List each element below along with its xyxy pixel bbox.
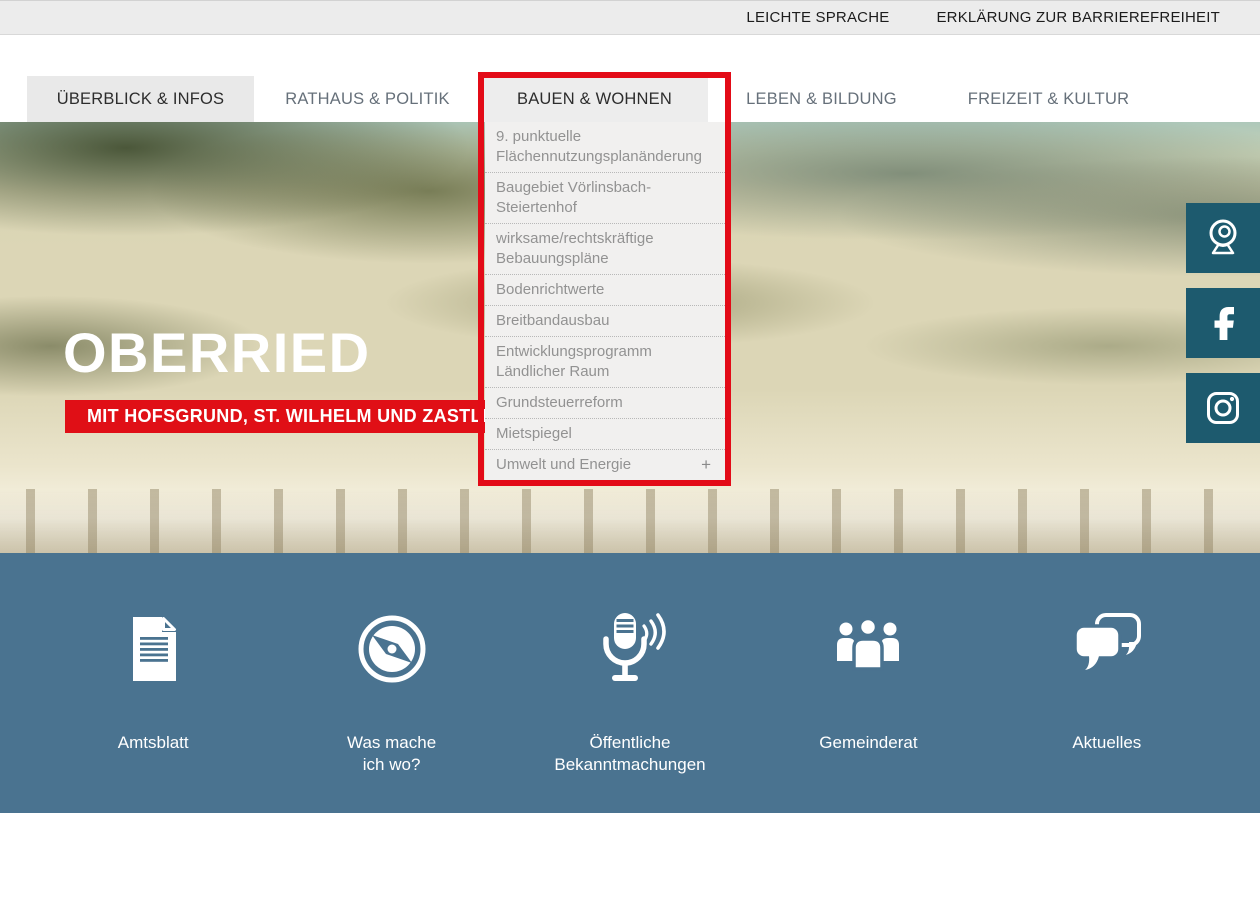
hero-title: OBERRIED (63, 320, 371, 385)
menu-item-breitbandausbau[interactable]: Breitbandausbau (485, 306, 725, 337)
menu-item-bebauungsplaene[interactable]: wirksame/rechtskräftige Bebauungspläne (485, 224, 725, 275)
nav-item-ueberblick-infos[interactable]: ÜBERBLICK & INFOS (27, 76, 254, 122)
speech-bubbles-icon (1065, 606, 1149, 692)
menu-item-flaechennutzungsplanaenderung[interactable]: 9. punktuelle Flächennutzungsplanänderun… (485, 122, 725, 173)
nav-item-freizeit-kultur[interactable]: FREIZEIT & KULTUR (935, 76, 1162, 122)
instagram-button[interactable] (1186, 373, 1260, 443)
hero-subtitle-banner: MIT HOFSGRUND, ST. WILHELM UND ZASTLER (65, 400, 529, 433)
quicklink-was-mache-ich-wo[interactable]: Was mache ich wo? (272, 553, 510, 813)
nav-items: ÜBERBLICK & INFOS RATHAUS & POLITIK BAUE… (27, 76, 1162, 122)
quicklink-label: Öffentliche Bekanntmachungen (540, 732, 720, 776)
document-icon (111, 606, 195, 692)
quicklink-section: Amtsblatt Was mache ich wo? (0, 553, 1260, 813)
menu-item-umwelt-energie[interactable]: Umwelt und Energie + (485, 450, 725, 480)
quicklink-label: Amtsblatt (118, 732, 189, 754)
menu-item-bodenrichtwerte[interactable]: Bodenrichtwerte (485, 275, 725, 306)
nav-item-bauen-wohnen[interactable]: BAUEN & WOHNEN (481, 76, 708, 122)
quicklink-label: Aktuelles (1072, 732, 1141, 754)
menu-item-mietspiegel[interactable]: Mietspiegel (485, 419, 725, 450)
menu-item-baugebiet-voerlinsbach[interactable]: Baugebiet Vörlinsbach-Steiertenhof (485, 173, 725, 224)
bauen-wohnen-dropdown: 9. punktuelle Flächennutzungsplanänderun… (485, 122, 725, 480)
quicklink-gemeinderat[interactable]: Gemeinderat (749, 553, 987, 813)
page: LEICHTE SPRACHE ERKLÄRUNG ZUR BARRIEREFR… (0, 0, 1260, 904)
quicklink-amtsblatt[interactable]: Amtsblatt (34, 553, 272, 813)
social-rail (1186, 203, 1260, 443)
menu-item-umwelt-energie-label: Umwelt und Energie (496, 455, 631, 475)
link-barrierefreiheit[interactable]: ERKLÄRUNG ZUR BARRIEREFREIHEIT (936, 9, 1220, 26)
webcam-icon (1199, 214, 1247, 262)
quicklink-aktuelles[interactable]: Aktuelles (988, 553, 1226, 813)
quicklink-label: Was mache ich wo? (342, 732, 442, 776)
quicklink-label: Gemeinderat (819, 732, 917, 754)
expand-plus-icon[interactable]: + (701, 455, 711, 475)
quicklink-bekanntmachungen[interactable]: Öffentliche Bekanntmachungen (511, 553, 749, 813)
instagram-icon (1199, 384, 1247, 432)
main-nav: ÜBERBLICK & INFOS RATHAUS & POLITIK BAUE… (0, 35, 1260, 122)
utility-bar: LEICHTE SPRACHE ERKLÄRUNG ZUR BARRIEREFR… (0, 0, 1260, 35)
menu-item-entwicklungsprogramm[interactable]: Entwicklungsprogramm Ländlicher Raum (485, 337, 725, 388)
menu-item-grundsteuerreform[interactable]: Grundsteuerreform (485, 388, 725, 419)
compass-icon (350, 606, 434, 692)
people-icon (826, 606, 910, 692)
facebook-button[interactable] (1186, 288, 1260, 358)
webcam-button[interactable] (1186, 203, 1260, 273)
nav-item-rathaus-politik[interactable]: RATHAUS & POLITIK (254, 76, 481, 122)
facebook-icon (1199, 299, 1247, 347)
nav-item-leben-bildung[interactable]: LEBEN & BILDUNG (708, 76, 935, 122)
microphone-icon (588, 606, 672, 692)
link-leichte-sprache[interactable]: LEICHTE SPRACHE (746, 9, 889, 26)
